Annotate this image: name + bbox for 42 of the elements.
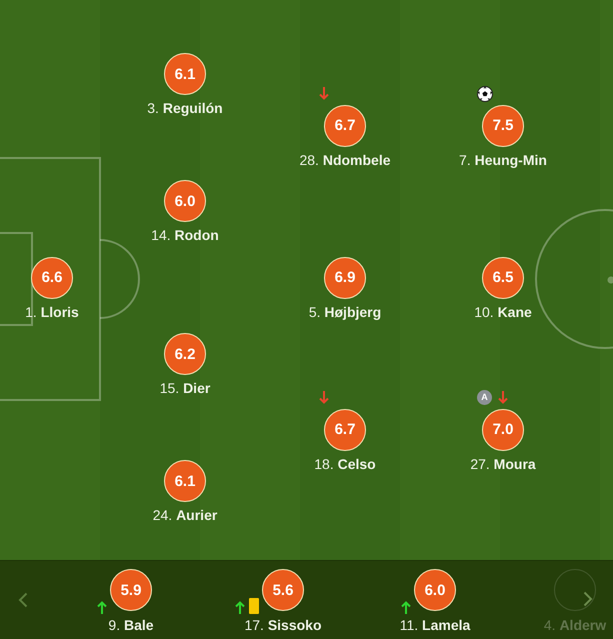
rating-badge[interactable]: 5.9 [110,569,152,611]
player-name: 15. Dier [160,379,210,397]
booking-card-icon [249,598,259,614]
rating-badge[interactable]: 7.0 [482,408,524,450]
player-name: 1. Lloris [25,302,79,320]
rating-badge[interactable]: 7.5 [482,104,524,146]
up-arrow-icon [97,601,107,614]
player-name: 11. Lamela [400,616,470,634]
rating-badge[interactable]: 6.5 [482,256,524,298]
down-arrow-icon [319,391,329,404]
center-spot [608,276,613,284]
chevron-right-icon[interactable] [583,591,593,607]
player-name: 3. Reguilón [147,99,223,117]
player-name: 24. Aurier [152,506,218,524]
rating-badge[interactable]: 6.2 [164,333,206,375]
rating-badge[interactable]: 6.7 [324,104,366,146]
player-name: 5. Højbjerg [308,302,382,320]
player-name: 27. Moura [470,454,536,472]
player-name: 14. Rodon [151,226,219,244]
soccer-ball-icon [477,86,493,102]
down-arrow-icon [498,391,508,404]
player-name: 4. Alderw [544,616,606,634]
down-arrow-icon [319,87,329,100]
rating-badge[interactable]: 6.7 [324,408,366,450]
rating-badge[interactable]: 5.6 [262,569,304,611]
player-name: 28. Ndombele [299,150,391,168]
player-name: 10. Kane [474,302,532,320]
rating-badge[interactable]: 6.1 [164,460,206,502]
up-arrow-icon [235,601,245,614]
rating-badge[interactable]: 6.9 [324,256,366,298]
rating-badge[interactable]: 6.6 [31,256,73,298]
player-circle[interactable] [554,569,596,611]
player-name: 17. Sissoko [244,616,322,634]
rating-badge[interactable]: 6.0 [164,180,206,222]
player-name: 18. Celso [314,454,376,472]
captain-badge: A [477,390,492,405]
player-name: 7. Heung-Min [459,150,547,168]
chevron-left-icon[interactable] [18,592,28,608]
rating-badge[interactable]: 6.0 [414,569,456,611]
rating-badge[interactable]: 6.1 [164,53,206,95]
up-arrow-icon [401,601,411,614]
player-name: 9. Bale [108,616,154,634]
